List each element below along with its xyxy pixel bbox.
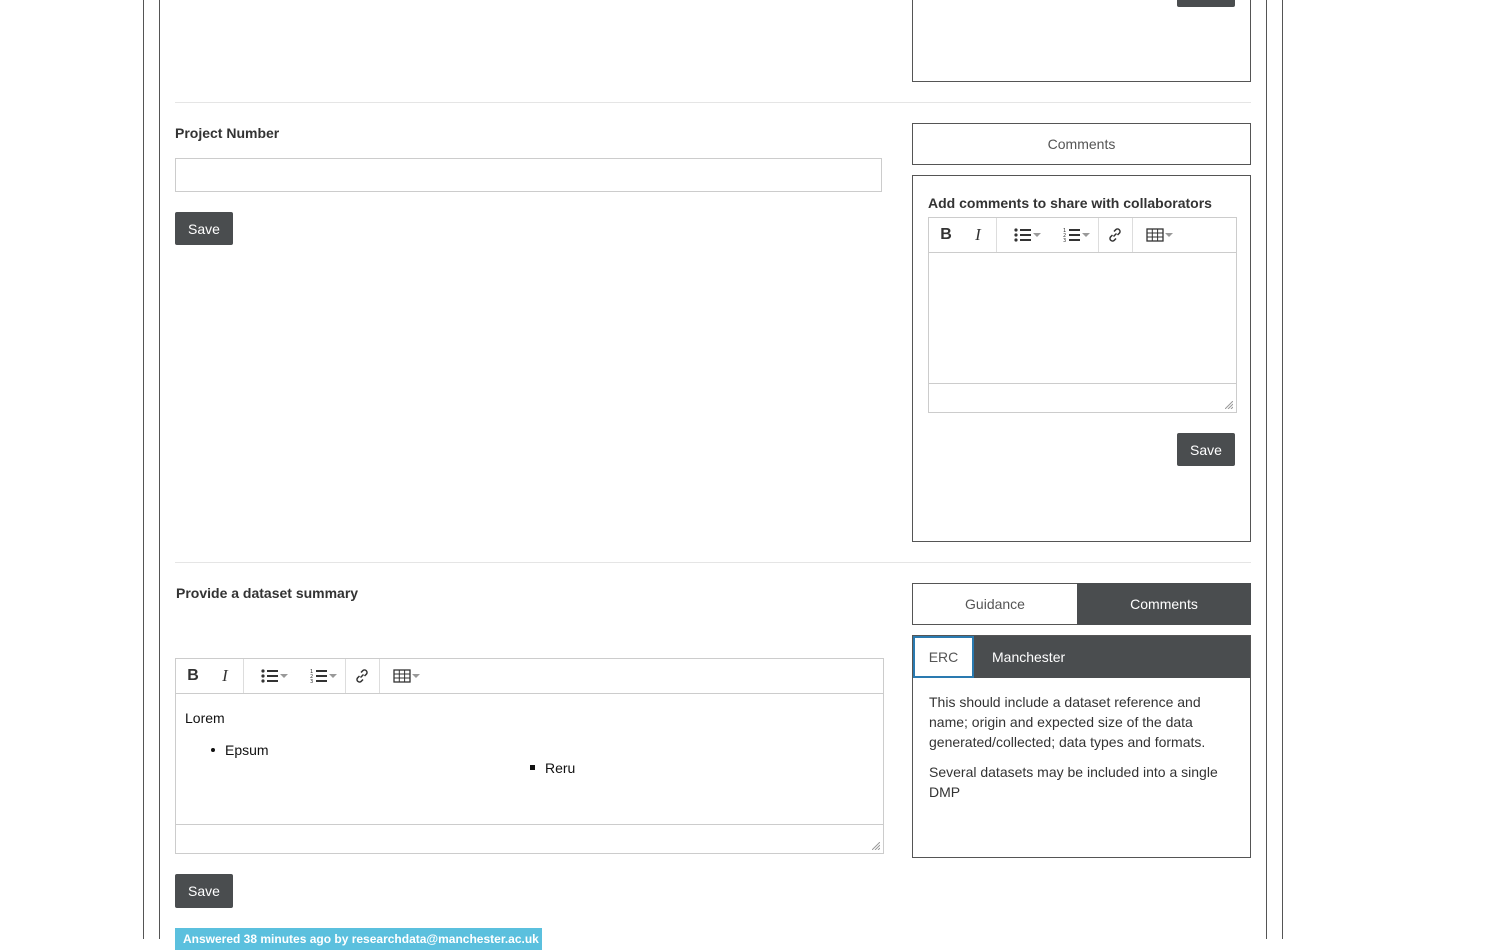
- inner-frame-right: [1266, 0, 1267, 939]
- editor-toolbar: B I 123: [176, 659, 883, 694]
- editor-statusbar: [929, 383, 1236, 412]
- numbered-list-icon[interactable]: 123: [297, 659, 341, 693]
- editor-bullet-item: Epsum: [225, 742, 269, 758]
- divider: [175, 102, 1251, 103]
- numbered-list-icon[interactable]: 123: [1050, 218, 1094, 252]
- guidance-paragraph: This should include a dataset reference …: [929, 694, 1206, 750]
- bullet-marker: [211, 748, 215, 752]
- answered-status-badge: Answered 38 minutes ago by researchdata@…: [175, 928, 542, 950]
- editor-nested-bullet-item: Reru: [545, 760, 576, 776]
- answer-editor: B I 123 Lorem Epsum Reru: [175, 658, 884, 854]
- guidance-text: This should include a dataset reference …: [929, 692, 1229, 802]
- svg-text:3: 3: [1063, 238, 1066, 243]
- previous-question-panel: [912, 0, 1251, 82]
- editor-toolbar: B I 123: [929, 218, 1236, 253]
- project-number-input[interactable]: [175, 158, 882, 192]
- bullet-list-icon[interactable]: [1001, 218, 1045, 252]
- comment-editor: B I 123: [928, 217, 1237, 413]
- inner-frame-left: [159, 0, 160, 939]
- svg-text:3: 3: [310, 679, 313, 684]
- bold-icon[interactable]: B: [931, 218, 961, 252]
- comments-panel: Add comments to share with collaborators…: [912, 175, 1251, 542]
- subtab-manchester[interactable]: Manchester: [992, 649, 1065, 665]
- save-comment-button[interactable]: Save: [1177, 433, 1235, 466]
- outer-frame-right: [1282, 0, 1283, 939]
- resize-handle-icon[interactable]: [1225, 401, 1233, 409]
- subtab-erc[interactable]: ERC: [913, 636, 974, 678]
- comments-heading: Add comments to share with collaborators: [928, 195, 1212, 211]
- comment-editor-body[interactable]: [929, 253, 1236, 383]
- save-button[interactable]: Save: [175, 212, 233, 245]
- tab-comments[interactable]: Comments: [912, 123, 1251, 165]
- table-icon[interactable]: [382, 659, 422, 693]
- question-label: Provide a dataset summary: [176, 585, 359, 601]
- table-icon[interactable]: [1135, 218, 1175, 252]
- guidance-paragraph: Several datasets may be included into a …: [929, 764, 1218, 800]
- editor-paragraph: Lorem: [185, 710, 225, 726]
- italic-icon[interactable]: I: [210, 659, 240, 693]
- save-button[interactable]: Save: [175, 874, 233, 908]
- guidance-panel: ERC Manchester This should include a dat…: [912, 635, 1251, 858]
- bullet-list-icon[interactable]: [248, 659, 292, 693]
- divider: [175, 562, 1251, 563]
- previous-save-button[interactable]: [1177, 0, 1235, 7]
- answer-editor-body[interactable]: Lorem Epsum Reru: [176, 694, 883, 824]
- link-icon[interactable]: [346, 659, 378, 693]
- tab-guidance[interactable]: Guidance: [912, 583, 1078, 625]
- resize-handle-icon[interactable]: [872, 842, 880, 850]
- nested-bullet-marker: [530, 765, 535, 770]
- question-label: Project Number: [175, 125, 280, 141]
- tab-comments[interactable]: Comments: [1077, 583, 1251, 625]
- link-icon[interactable]: [1099, 218, 1131, 252]
- italic-icon[interactable]: I: [963, 218, 993, 252]
- bold-icon[interactable]: B: [178, 659, 208, 693]
- outer-frame-left: [143, 0, 144, 939]
- editor-statusbar: [176, 824, 883, 853]
